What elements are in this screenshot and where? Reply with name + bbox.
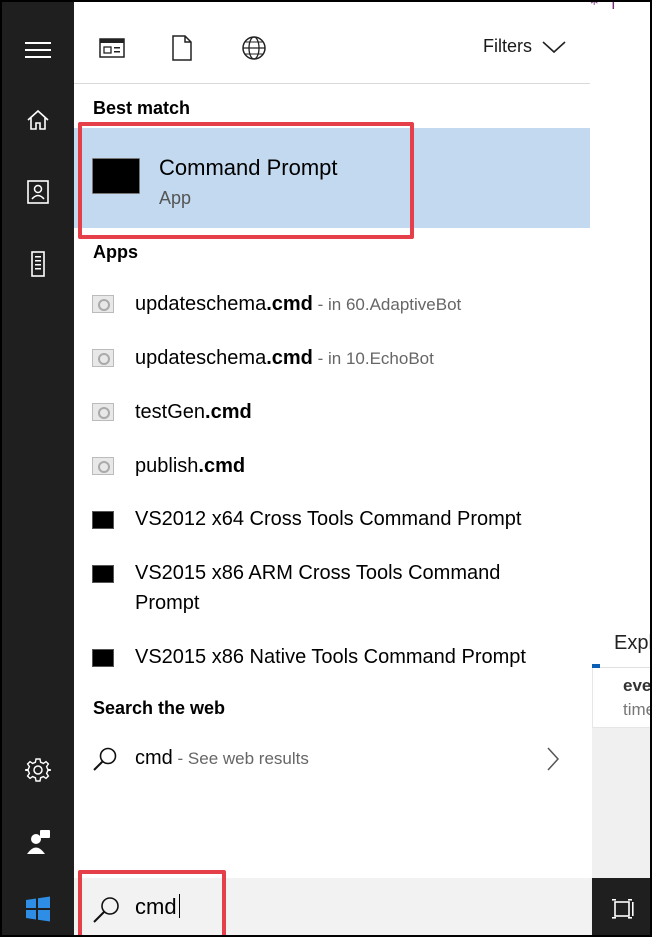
list-item[interactable]: VS2012 x64 Cross Tools Command Prompt <box>74 498 590 546</box>
windows-logo-icon <box>26 896 50 921</box>
apps-heading: Apps <box>93 242 138 262</box>
feedback-button[interactable] <box>2 814 74 870</box>
list-item[interactable]: testGen.cmd <box>74 390 590 438</box>
list-item[interactable]: VS2015 x86 ARM Cross Tools Command Promp… <box>74 552 590 632</box>
settings-button[interactable] <box>2 742 74 798</box>
list-item-ext: .cmd <box>266 293 313 315</box>
background-row-secondary: time <box>623 700 652 719</box>
best-match-annotation <box>78 122 414 239</box>
list-item-ext: .cmd <box>198 455 246 477</box>
script-file-icon <box>92 403 114 421</box>
list-item-location: - in 10.EchoBot <box>312 349 434 368</box>
list-item-name: updateschema <box>135 347 267 369</box>
list-item-name: updateschema <box>135 293 267 315</box>
list-item-ext: .cmd <box>205 401 252 423</box>
list-item-name: publish <box>135 455 199 477</box>
list-item-label: testGen.cmd <box>135 401 252 424</box>
list-item[interactable]: updateschema.cmd - in 10.EchoBot <box>74 336 590 384</box>
task-view-button[interactable] <box>592 878 650 935</box>
best-match-heading: Best match <box>93 98 191 118</box>
home-icon <box>27 109 49 130</box>
console-icon <box>92 565 114 583</box>
background-tab: Expl <box>592 622 652 668</box>
search-icon <box>93 747 117 771</box>
list-item[interactable]: publish.cmd <box>74 444 590 492</box>
list-item[interactable]: VS2015 x86 Native Tools Command Prompt <box>74 636 590 684</box>
apps-filter-icon <box>99 38 125 58</box>
search-box-annotation <box>78 870 226 935</box>
web-result-label: cmd - See web results <box>135 747 309 770</box>
background-panel <box>592 728 650 878</box>
list-item-name: testGen <box>135 401 206 423</box>
list-item-label: updateschema.cmd - in 10.EchoBot <box>135 347 434 370</box>
web-filter-icon <box>242 36 266 60</box>
gear-icon <box>25 758 51 782</box>
web-filter-button[interactable] <box>238 34 270 62</box>
list-item-name: VS2012 x64 Cross Tools Command Prompt <box>135 508 522 530</box>
chevron-right-icon <box>547 747 560 771</box>
screenshot-frame: x select * f Expl ever time <box>0 0 652 937</box>
script-file-icon <box>92 457 114 475</box>
search-scope-bar: Filters <box>74 10 590 84</box>
background-row: ever time <box>592 668 652 728</box>
person-feedback-icon <box>27 830 50 854</box>
start-rail <box>2 2 74 878</box>
list-item-location: - in 60.AdaptiveBot <box>312 295 462 314</box>
documents-filter-button[interactable] <box>166 34 198 62</box>
console-icon <box>92 511 114 529</box>
background-row-primary: ever <box>623 676 652 695</box>
web-hint: - See web results <box>172 749 309 768</box>
tower-device-icon <box>31 251 45 277</box>
search-the-web-heading: Search the web <box>93 698 226 718</box>
list-item-label: updateschema.cmd - in 60.AdaptiveBot <box>135 293 461 316</box>
documents-filter-icon <box>172 35 192 61</box>
web-search-result[interactable]: cmd - See web results <box>74 732 590 786</box>
list-item-name: VS2015 x86 ARM Cross Tools Command <box>135 562 501 584</box>
apps-filter-button[interactable] <box>96 34 128 62</box>
console-icon <box>92 649 114 667</box>
home-button[interactable] <box>2 92 74 148</box>
list-item-name: VS2015 x86 Native Tools Command Prompt <box>135 646 526 668</box>
script-file-icon <box>92 349 114 367</box>
filters-dropdown[interactable]: Filters <box>483 36 566 57</box>
list-item-name-line2: Prompt <box>135 592 200 614</box>
script-file-icon <box>92 295 114 313</box>
list-item-ext: .cmd <box>266 347 313 369</box>
task-view-icon <box>612 898 634 919</box>
web-query: cmd <box>135 747 173 769</box>
devices-button[interactable] <box>2 236 74 292</box>
filters-label: Filters <box>483 36 532 56</box>
start-button[interactable] <box>2 878 74 935</box>
notebook-icon <box>27 180 49 204</box>
background-tab-label: Expl <box>614 632 652 654</box>
hamburger-menu-icon <box>25 42 51 58</box>
chevron-down-icon <box>542 40 566 53</box>
notebook-button[interactable] <box>2 164 74 220</box>
list-item[interactable]: updateschema.cmd - in 60.AdaptiveBot <box>74 282 590 330</box>
list-item-label: publish.cmd <box>135 455 245 478</box>
hamburger-menu-button[interactable] <box>2 22 74 78</box>
